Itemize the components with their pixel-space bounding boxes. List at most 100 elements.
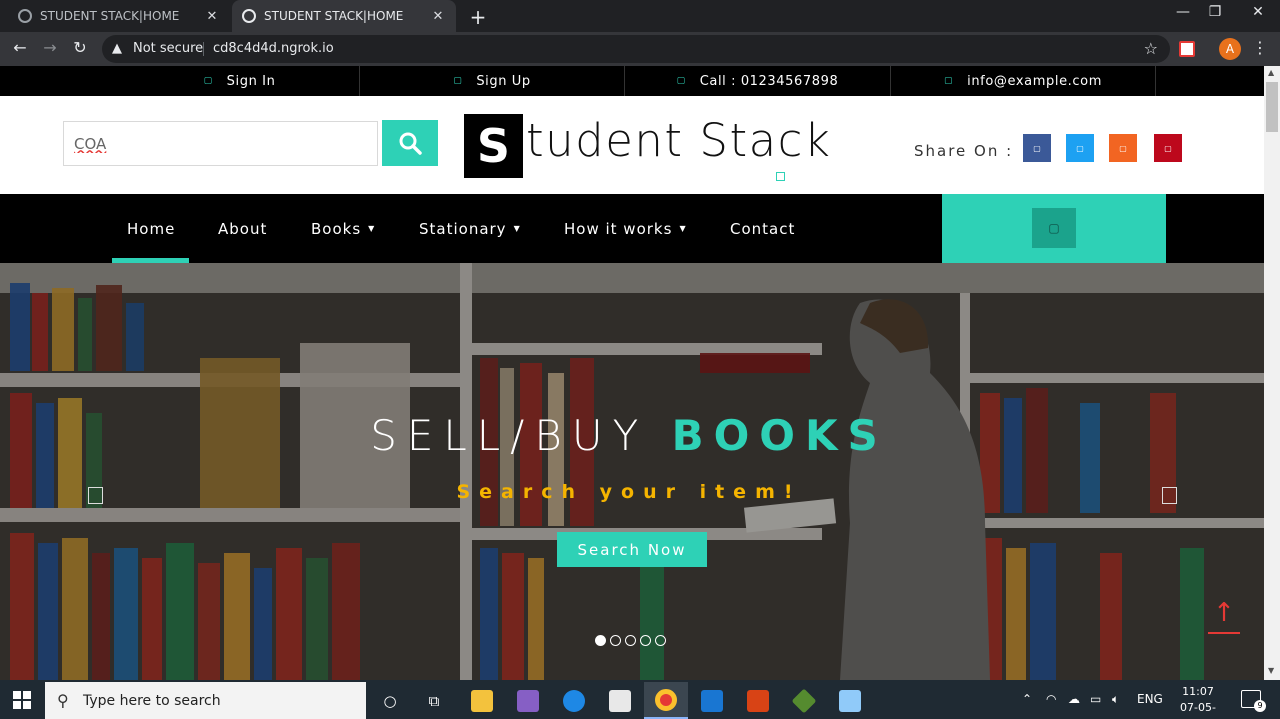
close-tab-icon[interactable]: ✕ xyxy=(204,9,220,24)
sign-up-link[interactable]: ▢ Sign Up xyxy=(360,66,625,96)
nav-how-it-works[interactable]: How it works ▼ xyxy=(564,194,687,263)
clock[interactable]: 11:07 07-05-2020 xyxy=(1168,684,1228,719)
volume-icon[interactable]: 🔈︎ xyxy=(1112,692,1119,707)
app-icon[interactable] xyxy=(736,682,780,719)
chrome-icon[interactable] xyxy=(644,682,688,719)
slider-dot[interactable] xyxy=(625,635,636,646)
scroll-down-icon[interactable]: ▼ xyxy=(1268,666,1274,675)
forward-icon[interactable]: → xyxy=(39,38,61,57)
nav-books[interactable]: Books ▼ xyxy=(311,194,375,263)
cart-button[interactable]: ▢ xyxy=(1032,208,1076,248)
sign-in-label: Sign In xyxy=(226,73,276,89)
slider-prev-icon[interactable] xyxy=(88,487,103,504)
reload-icon[interactable]: ↻ xyxy=(69,38,91,57)
battery-icon[interactable]: ▭ xyxy=(1090,692,1101,706)
file-explorer-icon[interactable] xyxy=(460,682,504,719)
rss-icon[interactable]: ▢ xyxy=(1109,134,1137,162)
web-page: ▢ Sign In ▢ Sign Up ▢ Call : 01234567898… xyxy=(0,66,1264,680)
back-to-top-icon[interactable]: ↑ xyxy=(1208,598,1240,634)
search-icon xyxy=(399,132,422,155)
git-icon[interactable] xyxy=(782,682,826,719)
maximize-button[interactable]: ❐ xyxy=(1200,4,1230,20)
outlook-icon[interactable] xyxy=(690,682,734,719)
nav-home[interactable]: Home xyxy=(127,194,175,263)
slider-dot[interactable] xyxy=(610,635,621,646)
windows-start-icon[interactable] xyxy=(13,691,31,709)
slider-dot[interactable] xyxy=(655,635,666,646)
close-window-button[interactable]: ✕ xyxy=(1243,4,1273,20)
app-icon[interactable] xyxy=(828,682,872,719)
back-icon[interactable]: ← xyxy=(9,38,31,57)
language-indicator[interactable]: ENG xyxy=(1137,692,1163,706)
sign-up-label: Sign Up xyxy=(476,73,531,89)
clock-time: 11:07 xyxy=(1182,685,1214,698)
nav-about[interactable]: About xyxy=(218,194,267,263)
nav-stationary[interactable]: Stationary ▼ xyxy=(419,194,521,263)
logo-mark[interactable]: S xyxy=(464,114,523,178)
hero-overlay xyxy=(0,263,1264,680)
hero-subtitle: Search your item! xyxy=(456,481,802,503)
close-tab-icon[interactable]: ✕ xyxy=(430,9,446,24)
nav-about-label: About xyxy=(218,219,268,238)
search-input[interactable] xyxy=(63,121,378,166)
user-icon: ▢ xyxy=(203,76,213,86)
caret-down-icon: ▼ xyxy=(679,224,687,233)
browser-tab-bar: STUDENT STACK|HOME ✕ STUDENT STACK|HOME … xyxy=(0,0,1280,32)
logo-text[interactable]: tudent Stack xyxy=(526,114,831,167)
browser-menu-icon[interactable]: ⋮ xyxy=(1252,38,1268,57)
bookmark-star-icon[interactable]: ☆ xyxy=(1144,39,1158,58)
tab-title: STUDENT STACK|HOME xyxy=(40,9,180,23)
globe-icon xyxy=(242,9,256,23)
share-label: Share On : xyxy=(914,142,1014,160)
browser-tab[interactable]: STUDENT STACK|HOME ✕ xyxy=(8,0,230,32)
slider-dot[interactable] xyxy=(640,635,651,646)
address-bar[interactable]: ▲ Not secure cd8c4d4d.ngrok.io ☆ xyxy=(102,35,1170,63)
sign-in-link[interactable]: ▢ Sign In xyxy=(120,66,360,96)
search-button[interactable] xyxy=(382,120,438,166)
store-icon[interactable] xyxy=(598,682,642,719)
chevron-up-icon[interactable]: ⌃ xyxy=(1022,692,1032,706)
warning-icon[interactable]: ▲ xyxy=(112,41,122,56)
twitter-icon[interactable]: ▢ xyxy=(1066,134,1094,162)
task-view-icon[interactable]: ⧉ xyxy=(412,682,456,719)
notification-badge: 9 xyxy=(1254,700,1266,712)
call-label: Call : 01234567898 xyxy=(699,73,839,89)
search-icon: ⚲ xyxy=(57,691,69,710)
site-header: S tudent Stack Share On : ▢ ▢ ▢ ▢ xyxy=(0,96,1264,194)
edge-icon[interactable] xyxy=(552,682,596,719)
globe-icon xyxy=(18,9,32,23)
taskbar-search[interactable]: ⚲ Type here to search xyxy=(45,682,366,719)
nav-contact[interactable]: Contact xyxy=(730,194,795,263)
cart-panel: ▢ xyxy=(942,194,1166,263)
facebook-icon[interactable]: ▢ xyxy=(1023,134,1051,162)
cloud-icon[interactable]: ☁ xyxy=(1068,692,1080,706)
slider-next-icon[interactable] xyxy=(1162,487,1177,504)
clock-date: 07-05-2020 xyxy=(1180,701,1216,719)
url-text[interactable]: cd8c4d4d.ngrok.io xyxy=(213,41,334,56)
main-nav: Home About Books ▼ Stationary ▼ How it w… xyxy=(0,194,1264,263)
hero-slider: SELL/BUY BOOKS Search your item! Search … xyxy=(0,263,1264,680)
slider-dot[interactable] xyxy=(595,635,606,646)
hero-title: SELL/BUY BOOKS xyxy=(0,411,1258,460)
search-now-button[interactable]: Search Now xyxy=(557,532,707,567)
user-plus-icon: ▢ xyxy=(453,76,463,86)
visual-studio-icon[interactable] xyxy=(506,682,550,719)
wifi-icon[interactable]: ◠ xyxy=(1046,692,1056,706)
extension-icon[interactable] xyxy=(1179,41,1195,57)
browser-tab-active[interactable]: STUDENT STACK|HOME ✕ xyxy=(232,0,456,32)
email-link[interactable]: ▢ info@example.com xyxy=(891,66,1156,96)
cortana-icon[interactable]: ○ xyxy=(368,682,412,719)
browser-toolbar: ← → ↻ ▲ Not secure cd8c4d4d.ngrok.io ☆ A… xyxy=(0,32,1280,66)
minimize-button[interactable]: — xyxy=(1168,4,1198,20)
hero-title-accent: BOOKS xyxy=(671,411,888,460)
scroll-thumb[interactable] xyxy=(1266,82,1278,132)
security-label[interactable]: Not secure xyxy=(133,41,203,56)
nav-how-it-works-label: How it works xyxy=(564,219,673,238)
divider xyxy=(203,42,204,56)
page-scrollbar[interactable]: ▲ ▼ xyxy=(1264,66,1280,680)
new-tab-button[interactable]: + xyxy=(468,5,488,29)
pinterest-icon[interactable]: ▢ xyxy=(1154,134,1182,162)
profile-avatar[interactable]: A xyxy=(1219,38,1241,60)
scroll-up-icon[interactable]: ▲ xyxy=(1268,68,1274,77)
cart-icon: ▢ xyxy=(1048,221,1060,235)
